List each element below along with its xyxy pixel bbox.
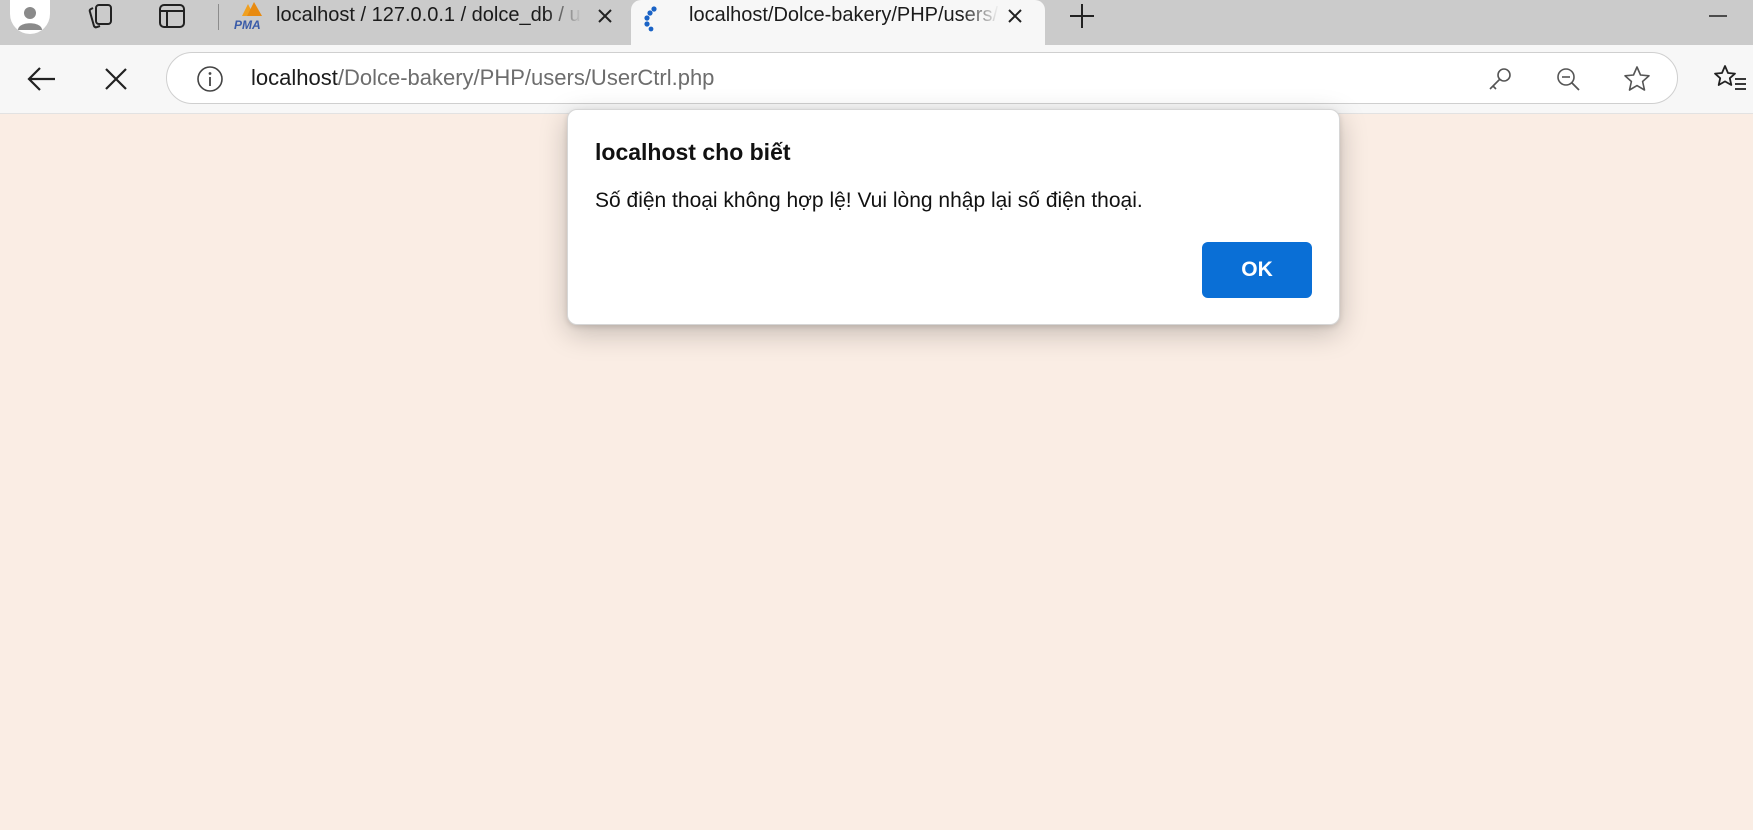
phpmyadmin-icon: PMA [232, 2, 268, 37]
favorites-list-icon [1714, 65, 1746, 90]
close-icon [598, 9, 612, 23]
star-icon [1624, 66, 1650, 91]
close-icon [1008, 9, 1022, 23]
profile-avatar[interactable] [10, 0, 50, 34]
info-icon [197, 66, 223, 92]
url-host: localhost [251, 65, 338, 90]
tab-title: localhost / 127.0.0.1 / dolce_db / u [276, 4, 581, 26]
workspaces-icon [88, 4, 112, 29]
close-icon [105, 68, 127, 90]
tab-strip: PMA localhost / 127.0.0.1 / dolce_db / u… [0, 0, 1753, 45]
url-path: /Dolce-bakery/PHP/users/UserCtrl.php [337, 65, 715, 90]
url-text[interactable]: localhost/Dolce-bakery/PHP/users/UserCtr… [251, 65, 714, 91]
browser-toolbar: localhost/Dolce-bakery/PHP/users/UserCtr… [0, 45, 1753, 114]
site-info-button[interactable] [195, 64, 225, 94]
key-icon [1489, 68, 1511, 90]
close-tab-button[interactable] [1003, 4, 1027, 28]
minimize-icon [1709, 15, 1727, 17]
workspaces-button[interactable] [80, 0, 120, 32]
person-icon [18, 7, 42, 30]
close-tab-button[interactable] [593, 4, 617, 28]
vertical-tabs-icon [159, 4, 185, 28]
tab-userctrl[interactable]: localhost/Dolce-bakery/PHP/users/UserCtr… [631, 0, 1045, 45]
dialog-message: Số điện thoại không hợp lệ! Vui lòng nhậ… [595, 189, 1143, 212]
back-button[interactable] [22, 59, 62, 99]
tab-separator [218, 4, 219, 30]
tab-phpmyadmin[interactable]: PMA localhost / 127.0.0.1 / dolce_db / u [228, 0, 630, 35]
address-bar[interactable]: localhost/Dolce-bakery/PHP/users/UserCtr… [166, 52, 1678, 104]
phpmyadmin-icon-label: PMA [234, 18, 261, 32]
ok-button[interactable]: OK [1202, 242, 1312, 298]
password-button[interactable] [1485, 64, 1515, 94]
dialog-title: localhost cho biết [595, 139, 791, 165]
tab-title: localhost/Dolce-bakery/PHP/users/UserCtr… [689, 4, 999, 26]
back-arrow-icon [27, 67, 55, 91]
new-tab-button[interactable] [1066, 0, 1098, 32]
zoom-out-button[interactable] [1553, 64, 1583, 94]
minimize-button[interactable] [1700, 0, 1736, 32]
favorite-button[interactable] [1622, 64, 1652, 94]
loading-spinner-icon [641, 6, 665, 37]
alert-dialog: localhost cho biết Số điện thoại không h… [567, 109, 1340, 325]
zoom-out-icon [1557, 68, 1580, 91]
stop-loading-button[interactable] [96, 59, 136, 99]
favorites-button[interactable] [1710, 59, 1750, 99]
vertical-tabs-button[interactable] [152, 0, 192, 32]
plus-icon [1070, 4, 1094, 28]
